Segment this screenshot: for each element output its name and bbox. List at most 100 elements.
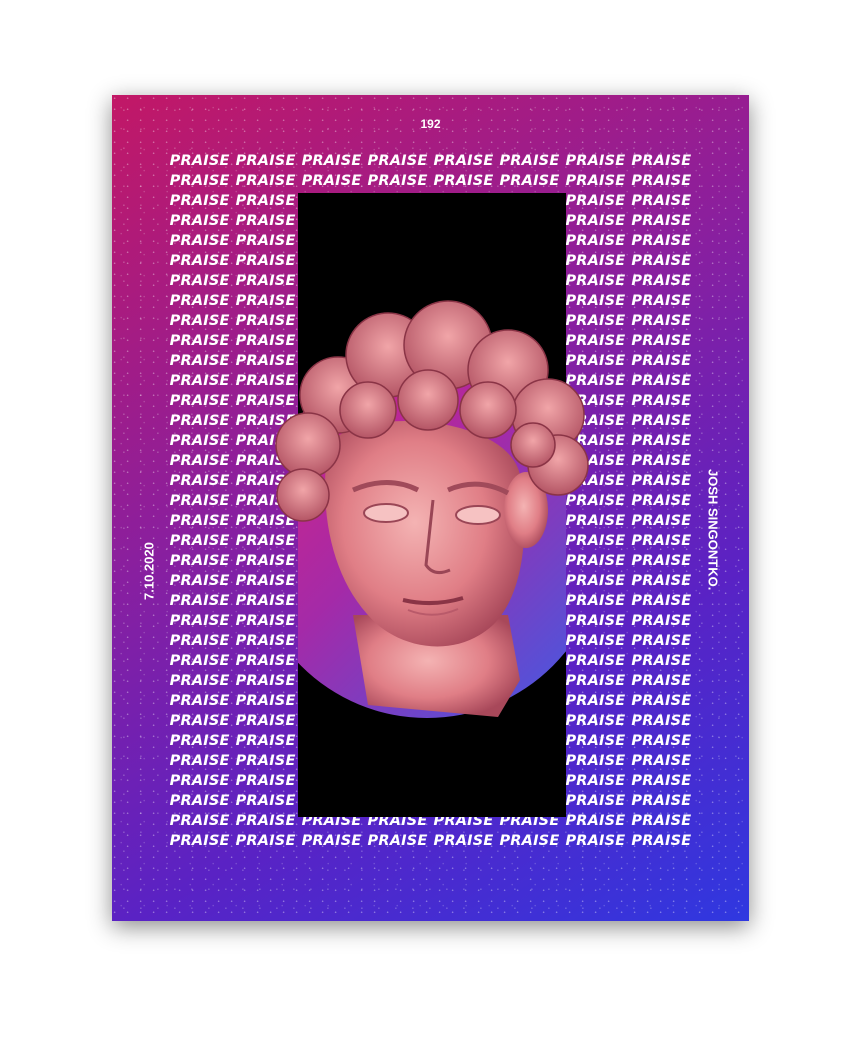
praise-row: PRAISE PRAISE PRAISE PRAISE PRAISE PRAISE PRAI… (170, 831, 692, 851)
praise-word: PRAISE (631, 473, 692, 489)
praise-word: PRAISE (631, 653, 692, 669)
praise-word: PRAISE (631, 773, 692, 789)
praise-word: PRAISE (367, 173, 428, 189)
praise-word: PRAISE (631, 413, 692, 429)
praise-word: PRAISE (631, 513, 692, 529)
praise-word: PRAISE (499, 833, 560, 849)
praise-word: PRAISE (631, 493, 692, 509)
praise-word: PRAISE (565, 153, 626, 169)
praise-word: PRAISE (631, 713, 692, 729)
praise-word: PRAISE (367, 153, 428, 169)
praise-word: PRAISE (433, 833, 494, 849)
praise-word: PRAISE (565, 733, 626, 749)
praise-word: PRAISE (169, 293, 230, 309)
praise-word: PRAISE (169, 233, 230, 249)
praise-word: PRAISE (631, 273, 692, 289)
praise-word: PRAISE (631, 153, 692, 169)
praise-word: PRAISE (169, 373, 230, 389)
praise-word: PRAISE (235, 753, 296, 769)
praise-word: PRAISE (169, 593, 230, 609)
praise-word: PRAISE (565, 833, 626, 849)
praise-word: PRAISE (169, 453, 230, 469)
praise-word: PRAISE (499, 153, 560, 169)
praise-word: PRAISE (169, 513, 230, 529)
praise-word: PRAISE (235, 153, 296, 169)
praise-word: PRAISE (169, 673, 230, 689)
praise-word: PRAISE (499, 173, 560, 189)
praise-word: PRAISE (169, 753, 230, 769)
praise-word: PRAISE (565, 253, 626, 269)
praise-word: PRAISE (631, 253, 692, 269)
praise-word: PRAISE (169, 493, 230, 509)
praise-word: PRAISE (565, 773, 626, 789)
praise-word: PRAISE (169, 153, 230, 169)
praise-word: PRAISE (169, 473, 230, 489)
praise-word: PRAISE (169, 213, 230, 229)
praise-word: PRAISE (433, 173, 494, 189)
praise-word: PRAISE (631, 753, 692, 769)
praise-word: PRAISE (367, 833, 428, 849)
praise-word: PRAISE (235, 193, 296, 209)
praise-word: PRAISE (235, 813, 296, 829)
author-label: JOSH SINGONTKO. (705, 469, 721, 591)
praise-word: PRAISE (169, 773, 230, 789)
praise-word: PRAISE (631, 793, 692, 809)
praise-word: PRAISE (169, 173, 230, 189)
praise-word: PRAISE (169, 713, 230, 729)
praise-word: PRAISE (631, 193, 692, 209)
praise-word: PRAISE (631, 353, 692, 369)
praise-word: PRAISE (235, 793, 296, 809)
praise-word: PRAISE (235, 173, 296, 189)
classical-bust-icon (275, 300, 589, 717)
praise-word: PRAISE (169, 733, 230, 749)
praise-word: PRAISE (631, 733, 692, 749)
praise-word: PRAISE (631, 553, 692, 569)
praise-word: PRAISE (631, 633, 692, 649)
praise-word: PRAISE (169, 793, 230, 809)
praise-word: PRAISE (235, 773, 296, 789)
praise-word: PRAISE (631, 373, 692, 389)
praise-word: PRAISE (169, 253, 230, 269)
praise-word: PRAISE (169, 693, 230, 709)
praise-word: PRAISE (565, 233, 626, 249)
poster: 192 PRAISE PRAISE PRAISE PRAISE PRAISE PRAISE… (112, 95, 749, 921)
praise-word: PRAISE (631, 533, 692, 549)
praise-word: PRAISE (169, 433, 230, 449)
praise-word: PRAISE (169, 393, 230, 409)
praise-word: PRAISE (169, 573, 230, 589)
praise-word: PRAISE (169, 333, 230, 349)
praise-word: PRAISE (301, 153, 362, 169)
praise-word: PRAISE (631, 173, 692, 189)
praise-row: PRAISE PRAISE PRAISE PRAISE PRAISE PRAISE PRAI… (170, 171, 692, 191)
praise-word: PRAISE (169, 313, 230, 329)
praise-word: PRAISE (631, 293, 692, 309)
praise-row: PRAISE PRAISE PRAISE PRAISE PRAISE PRAISE PRAI… (170, 151, 692, 171)
praise-word: PRAISE (301, 173, 362, 189)
praise-word: PRAISE (631, 573, 692, 589)
praise-word: PRAISE (631, 673, 692, 689)
praise-word: PRAISE (169, 633, 230, 649)
praise-word: PRAISE (631, 233, 692, 249)
praise-word: PRAISE (631, 213, 692, 229)
praise-word: PRAISE (169, 413, 230, 429)
praise-word: PRAISE (169, 353, 230, 369)
praise-word: PRAISE (169, 193, 230, 209)
praise-word: PRAISE (631, 453, 692, 469)
praise-word: PRAISE (235, 233, 296, 249)
praise-word: PRAISE (169, 273, 230, 289)
praise-word: PRAISE (565, 753, 626, 769)
praise-word: PRAISE (169, 533, 230, 549)
praise-word: PRAISE (565, 173, 626, 189)
praise-word: PRAISE (631, 333, 692, 349)
praise-word: PRAISE (169, 813, 230, 829)
praise-word: PRAISE (565, 813, 626, 829)
date-label: 7.10.2020 (141, 542, 157, 600)
praise-word: PRAISE (631, 433, 692, 449)
praise-word: PRAISE (235, 213, 296, 229)
praise-word: PRAISE (631, 393, 692, 409)
praise-word: PRAISE (169, 833, 230, 849)
praise-word: PRAISE (169, 613, 230, 629)
praise-word: PRAISE (631, 833, 692, 849)
praise-word: PRAISE (301, 833, 362, 849)
praise-word: PRAISE (631, 613, 692, 629)
